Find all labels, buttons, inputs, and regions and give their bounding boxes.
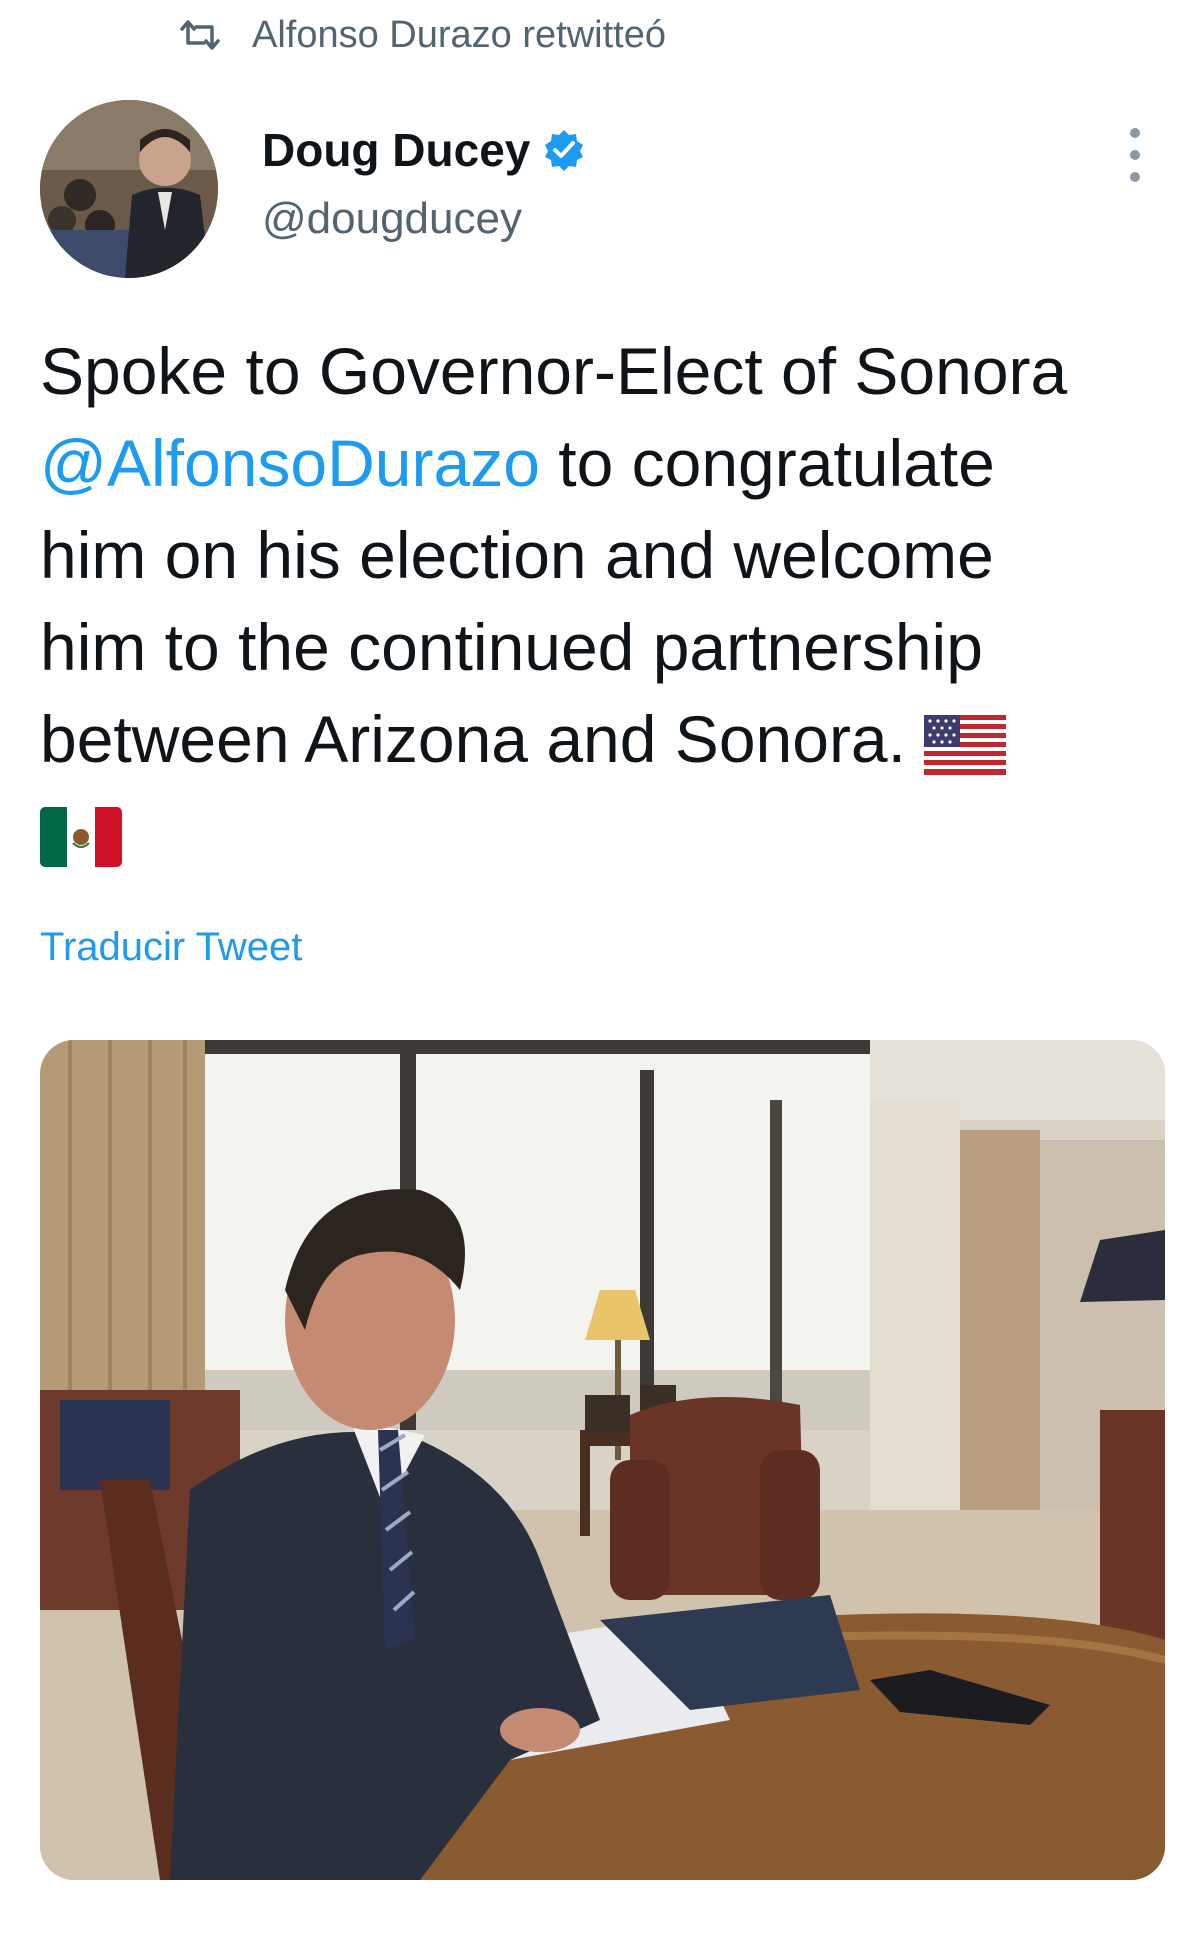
more-options-icon[interactable] xyxy=(1120,128,1150,182)
mexico-flag-icon xyxy=(40,806,122,867)
avatar[interactable] xyxy=(40,100,218,278)
retweeted-by-label: Alfonso Durazo retwitteó xyxy=(252,13,666,56)
verified-badge-icon xyxy=(545,130,584,171)
us-flag-icon xyxy=(924,714,1007,775)
retweet-icon xyxy=(180,20,220,50)
author-block[interactable]: Doug Ducey @dougducey xyxy=(262,118,586,244)
social-context[interactable]: Alfonso Durazo retwitteó xyxy=(178,10,666,60)
translate-tweet-link[interactable]: Traducir Tweet xyxy=(40,925,302,970)
mention-link[interactable]: @AlfonsoDurazo xyxy=(40,426,540,500)
tweet-photo[interactable] xyxy=(40,1040,1165,1880)
handle[interactable]: @dougducey xyxy=(262,194,586,244)
tweet-text-part1: Spoke to Governor-Elect of Sonora xyxy=(40,334,1068,408)
display-name[interactable]: Doug Ducey xyxy=(262,123,530,177)
tweet-text: Spoke to Governor-Elect of Sonora @Alfon… xyxy=(40,325,1160,877)
